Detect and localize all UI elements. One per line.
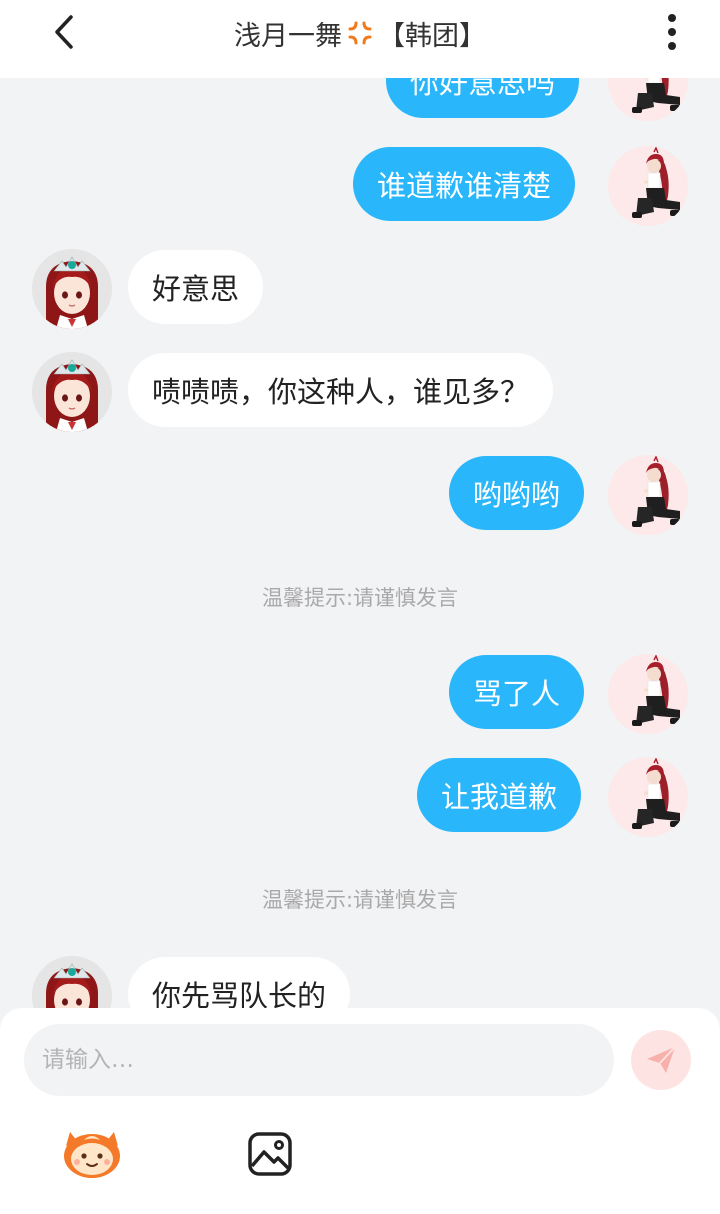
message-bubble[interactable]: 你先骂队长的 — [128, 957, 351, 1008]
message-bubble[interactable]: 哟哟哟 — [449, 456, 585, 530]
message-bubble[interactable]: 好意思 — [128, 250, 264, 324]
vertical-dots-icon — [668, 14, 676, 50]
system-tip: 温馨提示:请谨慎发言 — [261, 888, 459, 912]
message-input[interactable] — [24, 1024, 614, 1096]
chat-header: 浅月一舞 【韩团】 — [0, 0, 720, 78]
chat-title-name: 浅月一舞 — [234, 20, 342, 52]
chat-title-group: 【韩团】 — [378, 20, 486, 52]
avatar[interactable] — [608, 654, 688, 734]
image-icon — [248, 1132, 292, 1176]
avatar[interactable] — [608, 757, 688, 837]
message-bubble[interactable]: 让我道歉 — [417, 758, 582, 832]
message-list[interactable]: 你好意思吗 谁道歉谁清楚 好意思 啧啧啧，你这种人，谁见多？ 哟哟哟 温馨提示:… — [0, 78, 720, 1008]
chevron-left-icon — [55, 15, 73, 49]
avatar[interactable] — [608, 455, 688, 535]
message-bubble[interactable]: 谁道歉谁清楚 — [353, 147, 576, 221]
image-button[interactable] — [246, 1130, 294, 1178]
message-bubble[interactable]: 你好意思吗 — [386, 78, 580, 118]
anger-symbol-icon — [348, 21, 372, 45]
back-button[interactable] — [40, 12, 88, 52]
page-title: 浅月一舞 【韩团】 — [234, 14, 486, 53]
more-options-button[interactable] — [652, 10, 692, 54]
send-button[interactable] — [631, 1030, 691, 1090]
input-panel — [0, 1008, 720, 1214]
paper-plane-icon — [647, 1046, 676, 1073]
sticker-face-icon — [64, 1132, 120, 1178]
avatar[interactable] — [608, 146, 688, 226]
avatar[interactable] — [32, 249, 112, 329]
avatar[interactable] — [32, 956, 112, 1008]
message-bubble[interactable]: 啧啧啧，你这种人，谁见多？ — [128, 353, 554, 427]
message-bubble[interactable]: 骂了人 — [449, 655, 585, 729]
avatar[interactable] — [32, 352, 112, 432]
sticker-button[interactable] — [60, 1128, 124, 1180]
avatar[interactable] — [608, 78, 688, 121]
system-tip: 温馨提示:请谨慎发言 — [261, 586, 459, 610]
